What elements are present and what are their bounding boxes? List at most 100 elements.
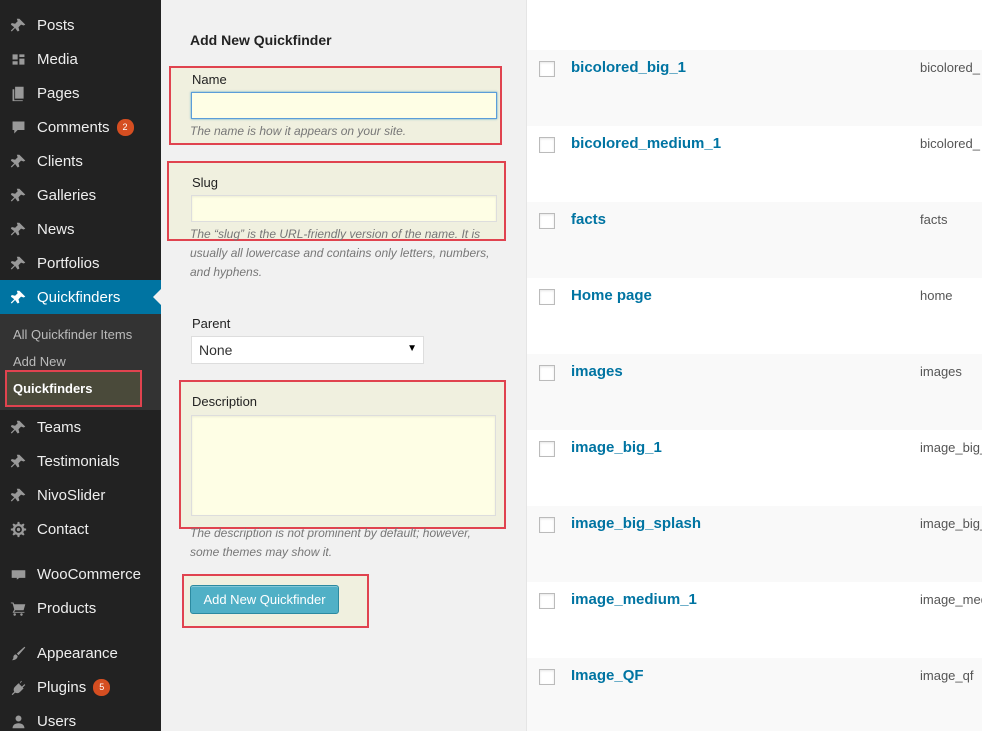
table-row: image_big_1 image_big_ bbox=[527, 430, 982, 506]
menu-item-contact[interactable]: Contact bbox=[0, 512, 161, 546]
woo-icon bbox=[9, 565, 27, 583]
row-checkbox[interactable] bbox=[539, 365, 555, 381]
row-slug: image_med bbox=[920, 592, 982, 607]
brush-icon bbox=[9, 644, 27, 662]
row-checkbox[interactable] bbox=[539, 213, 555, 229]
menu-label: Comments bbox=[37, 118, 110, 136]
pin-icon bbox=[9, 254, 27, 272]
plugins-count-badge: 5 bbox=[93, 678, 111, 696]
quickfinders-list: bicolored_big_1 bicolored_ bicolored_med… bbox=[526, 0, 982, 731]
media-icon bbox=[9, 50, 27, 68]
parent-select[interactable]: None ▼ bbox=[191, 336, 424, 364]
row-title-link[interactable]: images bbox=[571, 363, 623, 380]
row-slug: image_qf bbox=[920, 668, 974, 683]
table-row: images images bbox=[527, 354, 982, 430]
row-slug: image_big_ bbox=[920, 440, 982, 455]
menu-item-comments[interactable]: Comments 2 bbox=[0, 110, 161, 144]
submenu-all-quickfinder-items[interactable]: All Quickfinder Items bbox=[13, 327, 132, 342]
menu-item-nivoslider[interactable]: NivoSlider bbox=[0, 478, 161, 512]
table-row: facts facts bbox=[527, 202, 982, 278]
admin-sidebar: Posts Media Pages Comments 2 Clients Gal… bbox=[0, 0, 161, 731]
menu-label: Posts bbox=[37, 16, 75, 34]
name-description: The name is how it appears on your site. bbox=[190, 124, 407, 138]
name-input[interactable] bbox=[191, 92, 497, 119]
menu-item-plugins[interactable]: Plugins 5 bbox=[0, 670, 161, 704]
slug-description: The “slug” is the URL-friendly version o… bbox=[190, 225, 520, 282]
add-new-quickfinder-button[interactable]: Add New Quickfinder bbox=[190, 585, 339, 614]
table-row: image_big_splash image_big_ bbox=[527, 506, 982, 582]
row-slug: images bbox=[920, 364, 962, 379]
table-row: bicolored_medium_1 bicolored_ bbox=[527, 126, 982, 202]
slug-input[interactable] bbox=[191, 195, 497, 222]
menu-item-pages[interactable]: Pages bbox=[0, 76, 161, 110]
menu-label: Clients bbox=[37, 152, 83, 170]
menu-item-news[interactable]: News bbox=[0, 212, 161, 246]
row-slug: bicolored_ bbox=[920, 60, 980, 75]
row-title-link[interactable]: image_medium_1 bbox=[571, 591, 697, 608]
menu-item-clients[interactable]: Clients bbox=[0, 144, 161, 178]
row-title-link[interactable]: Home page bbox=[571, 287, 652, 304]
row-title-link[interactable]: bicolored_medium_1 bbox=[571, 135, 721, 152]
menu-label: Products bbox=[37, 599, 97, 617]
menu-label: Users bbox=[37, 712, 77, 730]
pin-icon bbox=[9, 288, 27, 306]
menu-item-quickfinders[interactable]: Quickfinders bbox=[0, 280, 161, 314]
menu-label: Plugins bbox=[37, 678, 87, 696]
row-title-link[interactable]: facts bbox=[571, 211, 606, 228]
menu-label: Quickfinders bbox=[37, 288, 121, 306]
row-checkbox[interactable] bbox=[539, 517, 555, 533]
menu-item-users[interactable]: Users bbox=[0, 704, 161, 731]
menu-item-teams[interactable]: Teams bbox=[0, 410, 161, 444]
gear-icon bbox=[9, 520, 27, 538]
pin-icon bbox=[9, 486, 27, 504]
row-title-link[interactable]: image_big_splash bbox=[571, 515, 701, 532]
menu-label: Appearance bbox=[37, 644, 118, 662]
menu-label: Portfolios bbox=[37, 254, 100, 272]
menu-item-media[interactable]: Media bbox=[0, 42, 161, 76]
menu-item-woocommerce[interactable]: WooCommerce bbox=[0, 557, 161, 591]
row-slug: facts bbox=[920, 212, 948, 227]
menu-label: Galleries bbox=[37, 186, 97, 204]
slug-label: Slug bbox=[192, 175, 219, 190]
description-help-line: some themes may show it. bbox=[190, 545, 333, 559]
menu-label: Media bbox=[37, 50, 78, 68]
description-help: The description is not prominent by defa… bbox=[190, 524, 520, 562]
pin-icon bbox=[9, 186, 27, 204]
description-help-line: The description is not prominent by defa… bbox=[190, 526, 471, 540]
pin-icon bbox=[9, 418, 27, 436]
slug-description-line: The “slug” is the URL-friendly version o… bbox=[190, 227, 481, 241]
slug-description-line: and hyphens. bbox=[190, 265, 263, 279]
form-title: Add New Quickfinder bbox=[190, 32, 332, 48]
pin-icon bbox=[9, 152, 27, 170]
plug-icon bbox=[9, 678, 27, 696]
menu-item-galleries[interactable]: Galleries bbox=[0, 178, 161, 212]
row-title-link[interactable]: Image_QF bbox=[571, 667, 644, 684]
parent-select-value: None bbox=[199, 342, 233, 358]
submenu-add-new[interactable]: Add New bbox=[13, 354, 66, 369]
row-slug: image_big_ bbox=[920, 516, 982, 531]
menu-item-products[interactable]: Products bbox=[0, 591, 161, 625]
cart-icon bbox=[9, 599, 27, 617]
table-row: Image_QF image_qf bbox=[527, 658, 982, 731]
menu-item-portfolios[interactable]: Portfolios bbox=[0, 246, 161, 280]
row-checkbox[interactable] bbox=[539, 441, 555, 457]
submenu-quickfinders[interactable]: Quickfinders bbox=[13, 381, 92, 396]
row-checkbox[interactable] bbox=[539, 669, 555, 685]
description-textarea[interactable] bbox=[191, 415, 496, 516]
description-label: Description bbox=[192, 394, 258, 409]
menu-label: WooCommerce bbox=[37, 565, 141, 583]
row-title-link[interactable]: image_big_1 bbox=[571, 439, 662, 456]
row-checkbox[interactable] bbox=[539, 137, 555, 153]
chevron-down-icon: ▼ bbox=[407, 343, 417, 354]
row-title-link[interactable]: bicolored_big_1 bbox=[571, 59, 686, 76]
row-checkbox[interactable] bbox=[539, 289, 555, 305]
menu-label: NivoSlider bbox=[37, 486, 106, 504]
menu-item-testimonials[interactable]: Testimonials bbox=[0, 444, 161, 478]
slug-description-line: usually all lowercase and contains only … bbox=[190, 246, 490, 260]
row-checkbox[interactable] bbox=[539, 593, 555, 609]
row-checkbox[interactable] bbox=[539, 61, 555, 77]
menu-label: Pages bbox=[37, 84, 80, 102]
menu-item-posts[interactable]: Posts bbox=[0, 8, 161, 42]
table-row: image_medium_1 image_med bbox=[527, 582, 982, 658]
menu-item-appearance[interactable]: Appearance bbox=[0, 636, 161, 670]
